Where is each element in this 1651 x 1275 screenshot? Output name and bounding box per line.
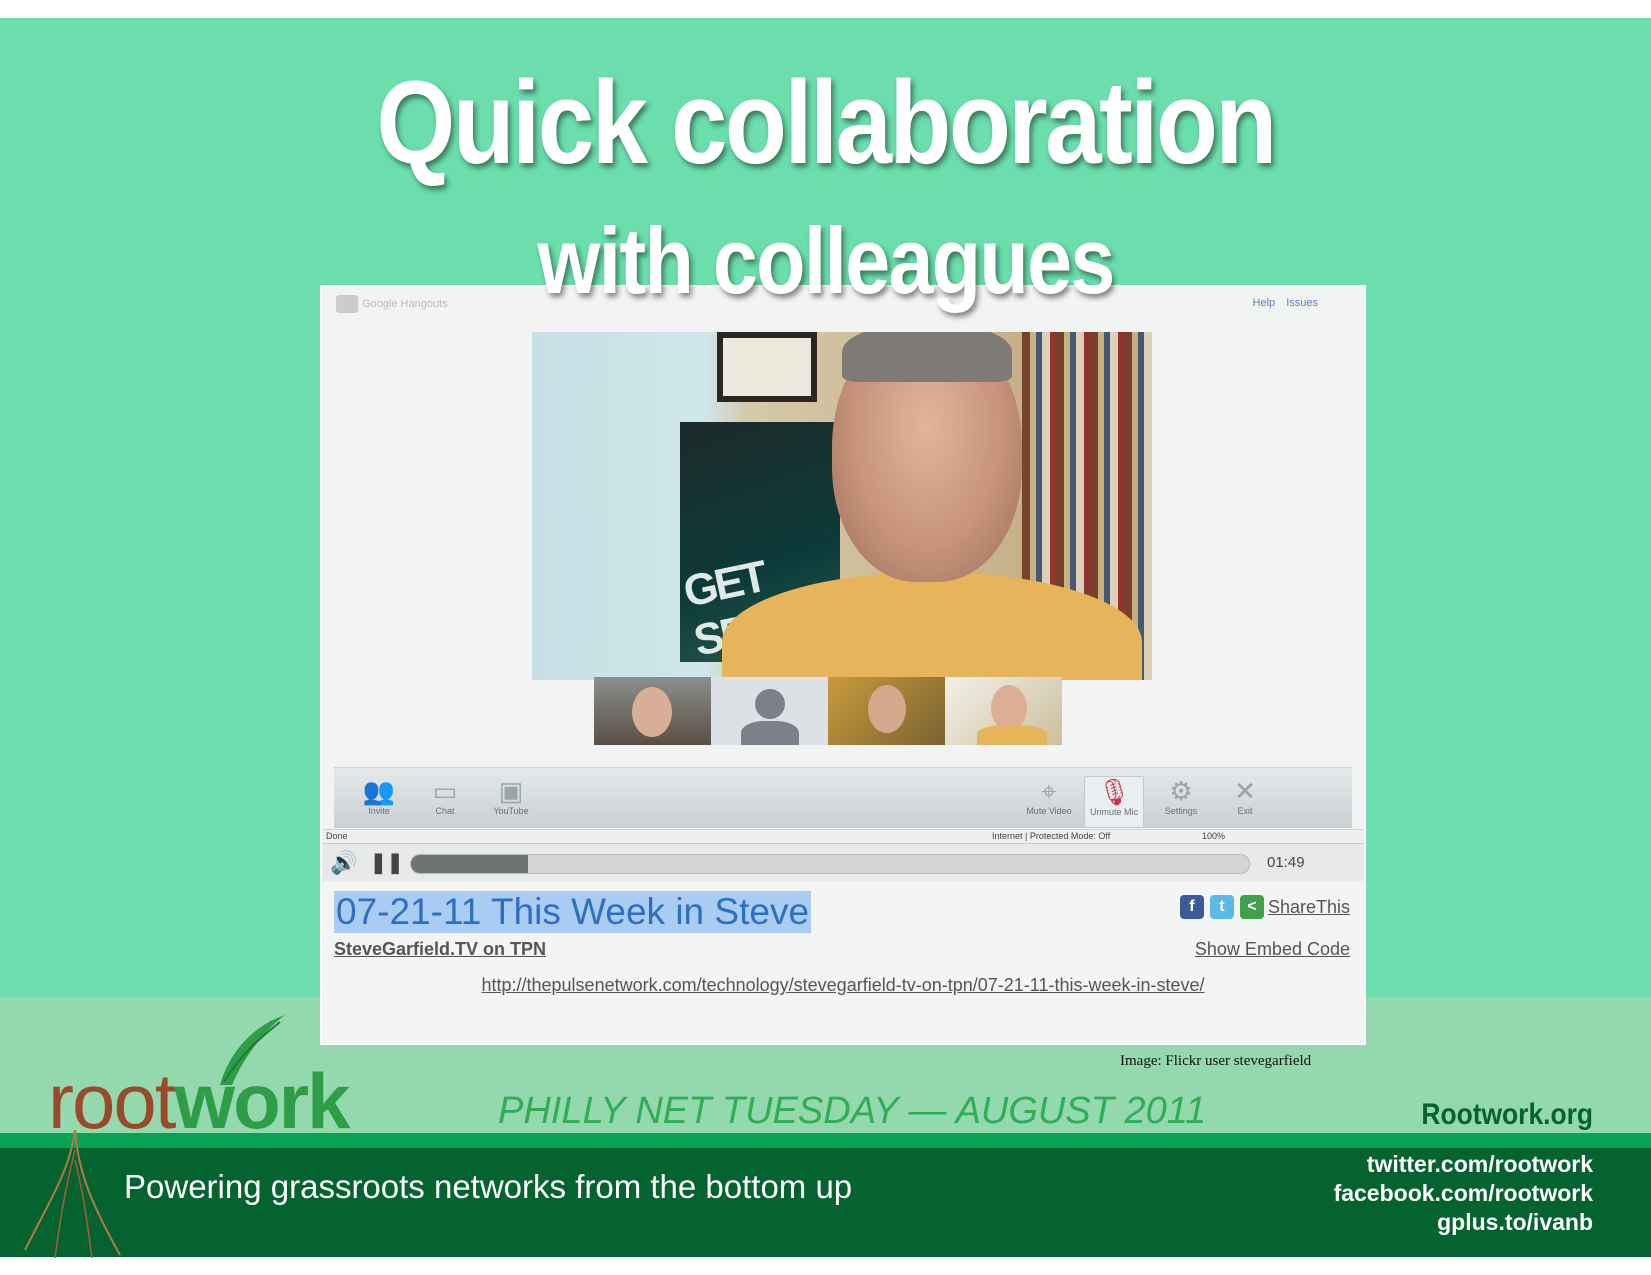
- slide-title: Quick collaboration: [376, 57, 1277, 189]
- hangout-screenshot: Google Hangouts Help Issues GET SEEN 👥In…: [320, 285, 1366, 1045]
- video-url-link[interactable]: http://thepulsenetwork.com/technology/st…: [322, 975, 1364, 996]
- hangout-toolbar: 👥 Invite ▭ Chat ▣ YouTube ⌖ Mute Video 🎙 Unmu…: [334, 767, 1352, 828]
- participant-thumbnail[interactable]: [945, 677, 1062, 745]
- social-links: twitter.com/rootwork facebook.com/rootwo…: [1334, 1150, 1593, 1237]
- video-player-controls: 🔊 ❚❚ 01:49: [322, 843, 1364, 883]
- camera-icon: ⌖: [1041, 776, 1057, 806]
- participant-thumbnail[interactable]: [828, 677, 945, 745]
- website-link[interactable]: Rootwork.org: [1421, 1098, 1593, 1132]
- invite-button[interactable]: 👥 Invite: [350, 776, 408, 826]
- participant-thumbnail[interactable]: [711, 677, 828, 745]
- browser-status-bar: Done Internet | Protected Mode: Off 100%: [322, 829, 1364, 844]
- pause-icon[interactable]: ❚❚: [370, 852, 404, 874]
- facebook-link[interactable]: facebook.com/rootwork: [1334, 1179, 1593, 1208]
- zoom-level[interactable]: 100%: [1202, 831, 1225, 841]
- people-icon: 👥: [362, 776, 396, 806]
- twitter-icon[interactable]: t: [1209, 895, 1234, 919]
- video-info: 07-21-11 This Week in Steve SteveGarfiel…: [322, 881, 1364, 1041]
- image-credit: Image: Flickr user stevegarfield: [1120, 1053, 1312, 1069]
- participant-thumbnail[interactable]: [594, 677, 711, 745]
- rootwork-logo: rootwork: [48, 1057, 350, 1145]
- video-title: 07-21-11 This Week in Steve: [334, 891, 812, 933]
- youtube-button[interactable]: ▣ YouTube: [482, 776, 540, 826]
- mic-muted-icon: 🎙: [1097, 777, 1131, 807]
- share-icon[interactable]: <: [1239, 895, 1264, 919]
- close-icon: ✕: [1234, 776, 1256, 806]
- event-name: PHILLY NET TUESDAY — AUGUST 2011: [498, 1090, 1207, 1132]
- sharethis-link[interactable]: ShareThis: [1268, 897, 1350, 917]
- progress-bar[interactable]: [410, 854, 1250, 874]
- share-bar: f t < ShareThis: [1174, 895, 1350, 919]
- unmute-mic-button[interactable]: 🎙 Unmute Mic: [1084, 776, 1144, 828]
- volume-icon[interactable]: 🔊: [330, 852, 357, 874]
- roots-icon: [24, 1130, 121, 1259]
- settings-button[interactable]: ⚙ Settings: [1152, 776, 1210, 826]
- gplus-link[interactable]: gplus.to/ivanb: [1334, 1208, 1593, 1237]
- slide-subtitle: with colleagues: [537, 208, 1115, 313]
- status-text: Done: [326, 831, 348, 841]
- security-zone: Internet | Protected Mode: Off: [992, 831, 1111, 841]
- elapsed-time: 01:49: [1267, 854, 1305, 871]
- show-embed-code-link[interactable]: Show Embed Code: [1195, 939, 1350, 960]
- avatar-placeholder-icon: [755, 689, 785, 719]
- youtube-icon: ▣: [498, 776, 524, 806]
- progress-fill: [411, 855, 529, 873]
- mute-video-button[interactable]: ⌖ Mute Video: [1020, 776, 1078, 826]
- tagline: Powering grassroots networks from the bo…: [124, 1168, 853, 1205]
- participant-thumbnails: [594, 677, 1062, 745]
- twitter-link[interactable]: twitter.com/rootwork: [1334, 1150, 1593, 1179]
- channel-link[interactable]: SteveGarfield.TV on TPN: [334, 939, 546, 960]
- facebook-icon[interactable]: f: [1179, 895, 1204, 919]
- main-video-feed[interactable]: GET SEEN: [532, 332, 1152, 680]
- chat-icon: ▭: [432, 776, 458, 806]
- picture-frame: [717, 332, 817, 402]
- gear-icon: ⚙: [1169, 776, 1193, 806]
- exit-button[interactable]: ✕ Exit: [1216, 776, 1274, 826]
- chat-button[interactable]: ▭ Chat: [416, 776, 474, 826]
